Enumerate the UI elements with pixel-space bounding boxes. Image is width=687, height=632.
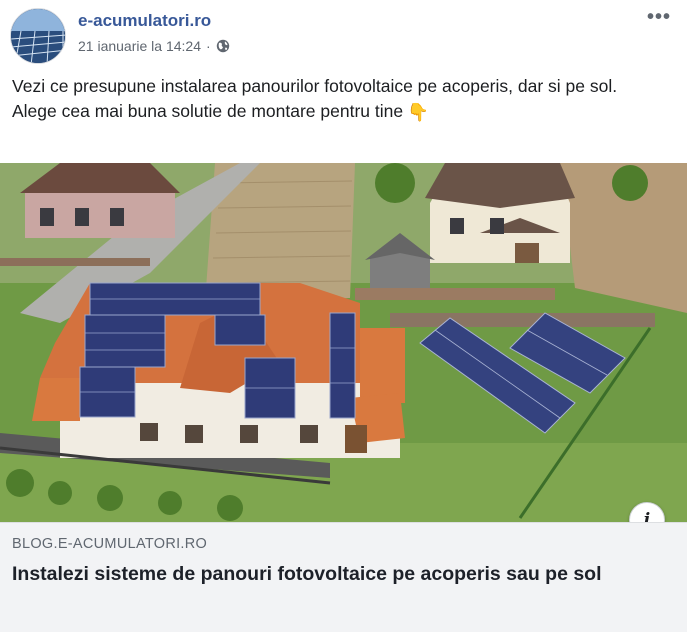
- post-timestamp[interactable]: 21 ianuarie la 14:24: [78, 38, 201, 54]
- pointing-down-emoji: 👇: [407, 101, 429, 122]
- post-text-line-1: Vezi ce presupune instalarea panourilor …: [12, 76, 618, 96]
- more-options-button[interactable]: •••: [645, 7, 673, 30]
- globe-icon[interactable]: [216, 39, 230, 53]
- link-preview-caption[interactable]: BLOG.E-ACUMULATORI.RO Instalezi sisteme …: [0, 522, 687, 632]
- post-text: Vezi ce presupune instalarea panourilor …: [12, 74, 672, 125]
- post-text-line-2-text: Alege cea mai buna solutie de montare pe…: [12, 101, 404, 121]
- page-avatar[interactable]: [10, 8, 66, 64]
- post-text-line-2: Alege cea mai buna solutie de montare pe…: [12, 99, 672, 125]
- facebook-post: e-acumulatori.ro 21 ianuarie la 14:24 · …: [0, 0, 687, 632]
- link-preview-image[interactable]: [0, 163, 687, 522]
- link-title[interactable]: Instalezi sisteme de panouri fotovoltaic…: [12, 561, 652, 587]
- meta-separator: ·: [206, 38, 211, 54]
- post-meta: 21 ianuarie la 14:24 ·: [78, 38, 230, 54]
- post-header: e-acumulatori.ro 21 ianuarie la 14:24 · …: [10, 7, 677, 64]
- link-domain: BLOG.E-ACUMULATORI.RO: [12, 536, 208, 552]
- page-name-link[interactable]: e-acumulatori.ro: [78, 11, 211, 31]
